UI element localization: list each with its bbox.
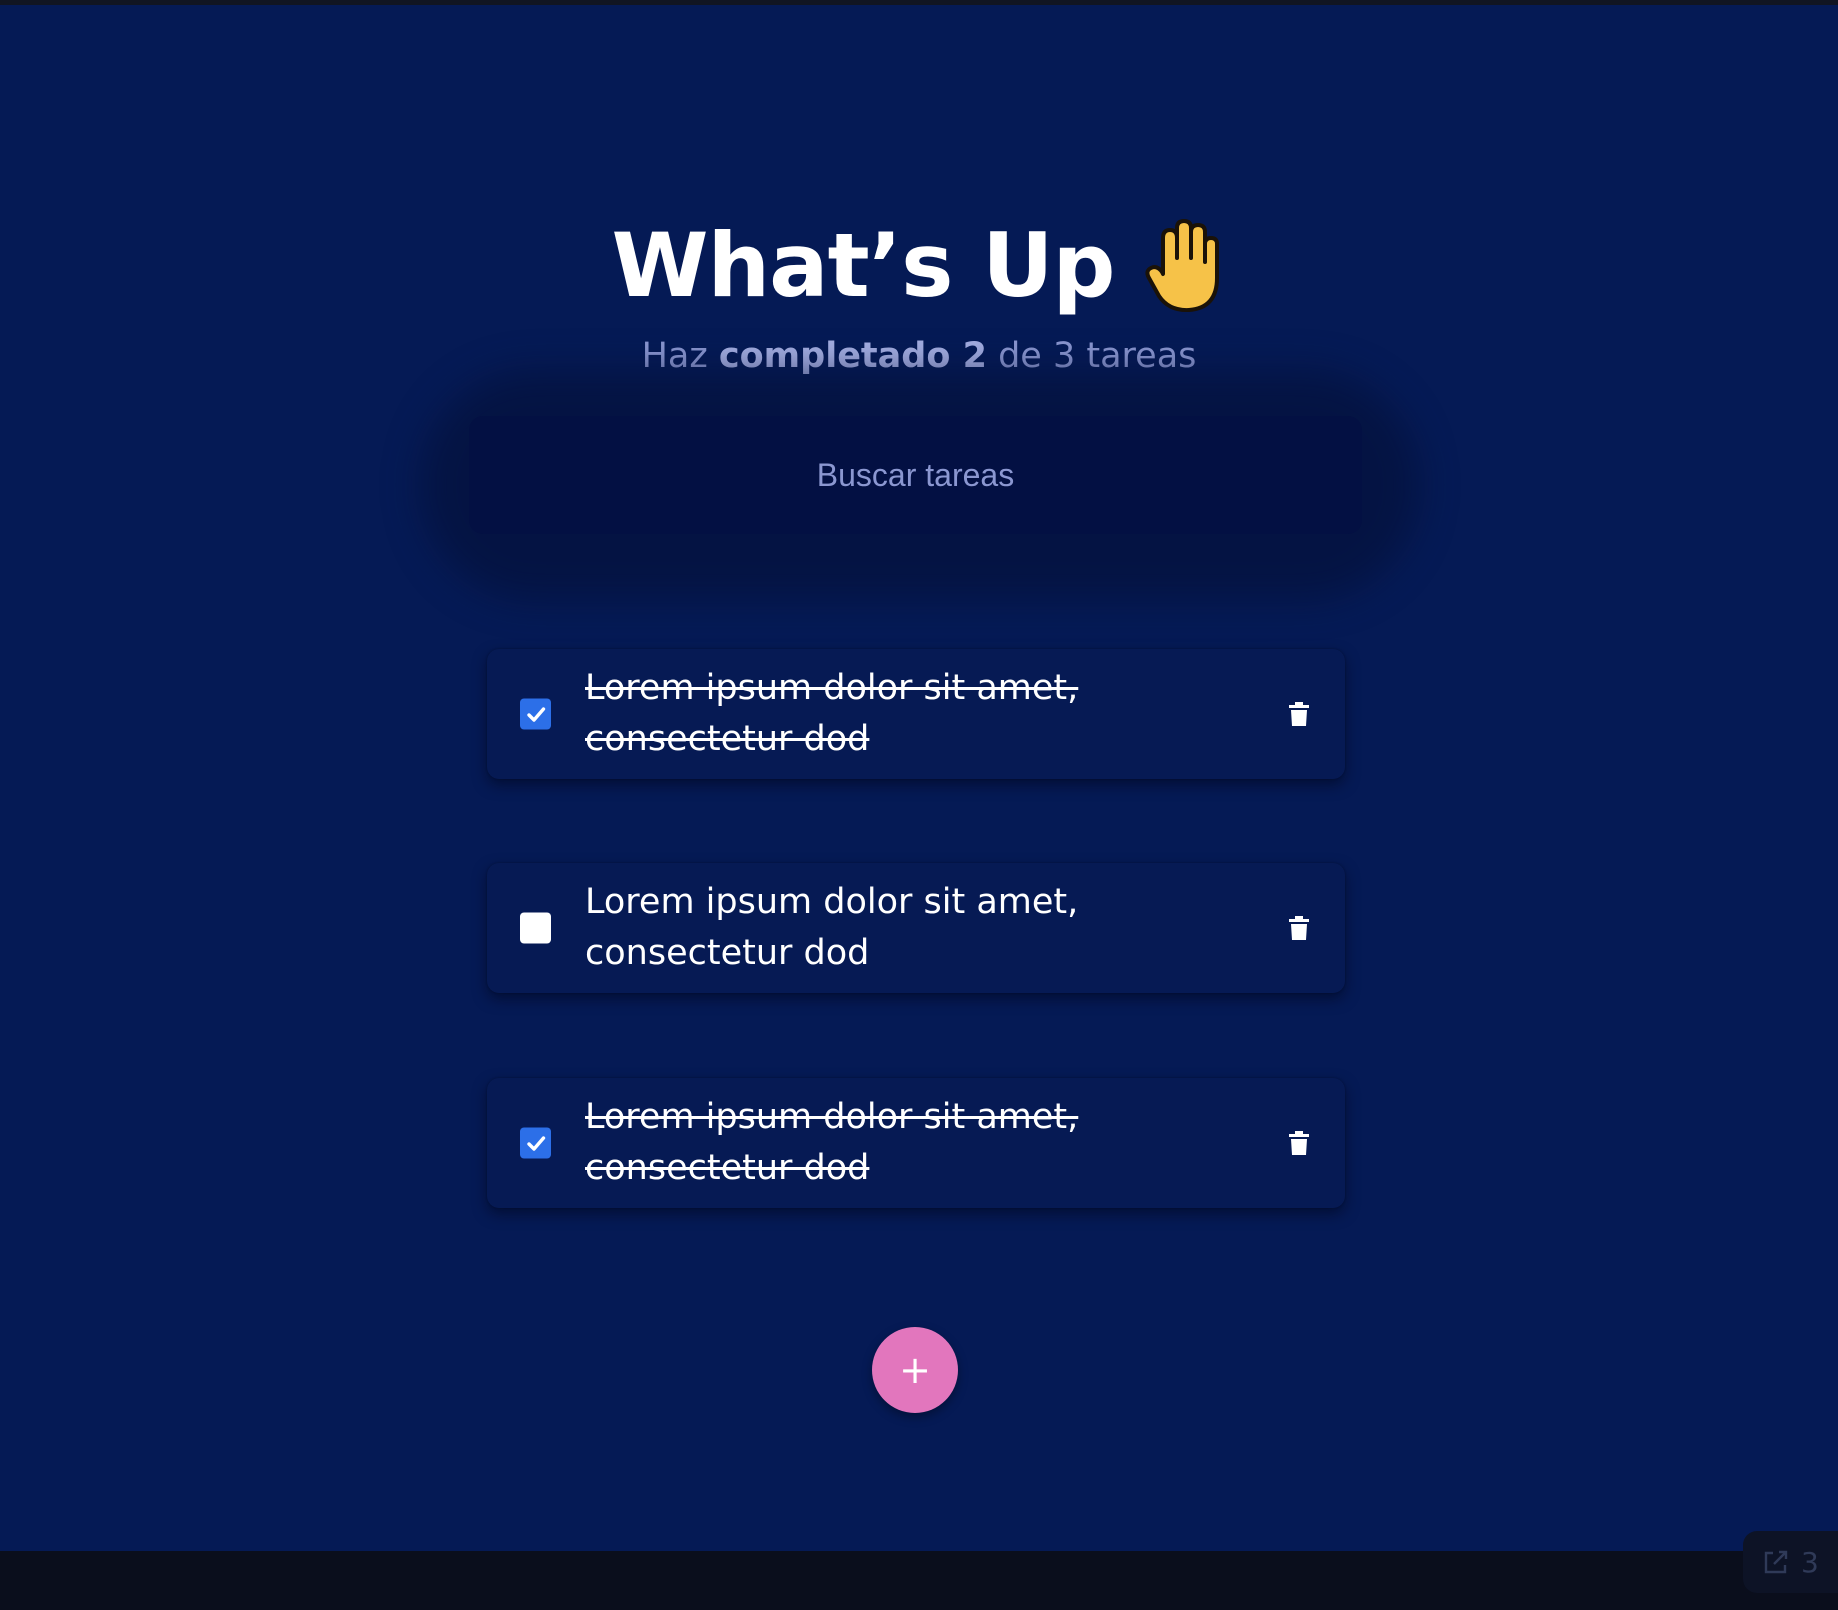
search-input[interactable] [469, 416, 1362, 534]
checkmark-icon [526, 1135, 545, 1151]
task-item: Lorem ipsum dolor sit amet, consectetur … [487, 863, 1345, 993]
trash-icon[interactable] [1289, 1131, 1309, 1155]
trash-icon[interactable] [1289, 916, 1309, 940]
raised-hand-icon [1144, 219, 1219, 313]
task-checkbox[interactable] [520, 698, 551, 730]
trash-icon[interactable] [1289, 702, 1309, 726]
task-text: Lorem ipsum dolor sit amet, consectetur … [585, 1097, 1079, 1188]
status-count: 3 [1801, 1545, 1819, 1579]
checkmark-icon [526, 706, 545, 722]
task-item: Lorem ipsum dolor sit amet, consectetur … [487, 1078, 1345, 1208]
bottom-bar [0, 1551, 1838, 1610]
page-header: What’s Up [0, 218, 1838, 314]
task-item: Lorem ipsum dolor sit amet, consectetur … [487, 649, 1345, 779]
status-widget[interactable]: 3 [1743, 1531, 1838, 1593]
external-link-icon [1764, 1550, 1788, 1574]
add-task-button[interactable]: + [872, 1327, 958, 1413]
task-text: Lorem ipsum dolor sit amet, consectetur … [585, 668, 1079, 759]
task-checkbox[interactable] [520, 912, 551, 944]
page-title: What’s Up [611, 214, 1115, 317]
task-text: Lorem ipsum dolor sit amet, consectetur … [585, 882, 1079, 973]
task-checkbox[interactable] [520, 1127, 551, 1159]
